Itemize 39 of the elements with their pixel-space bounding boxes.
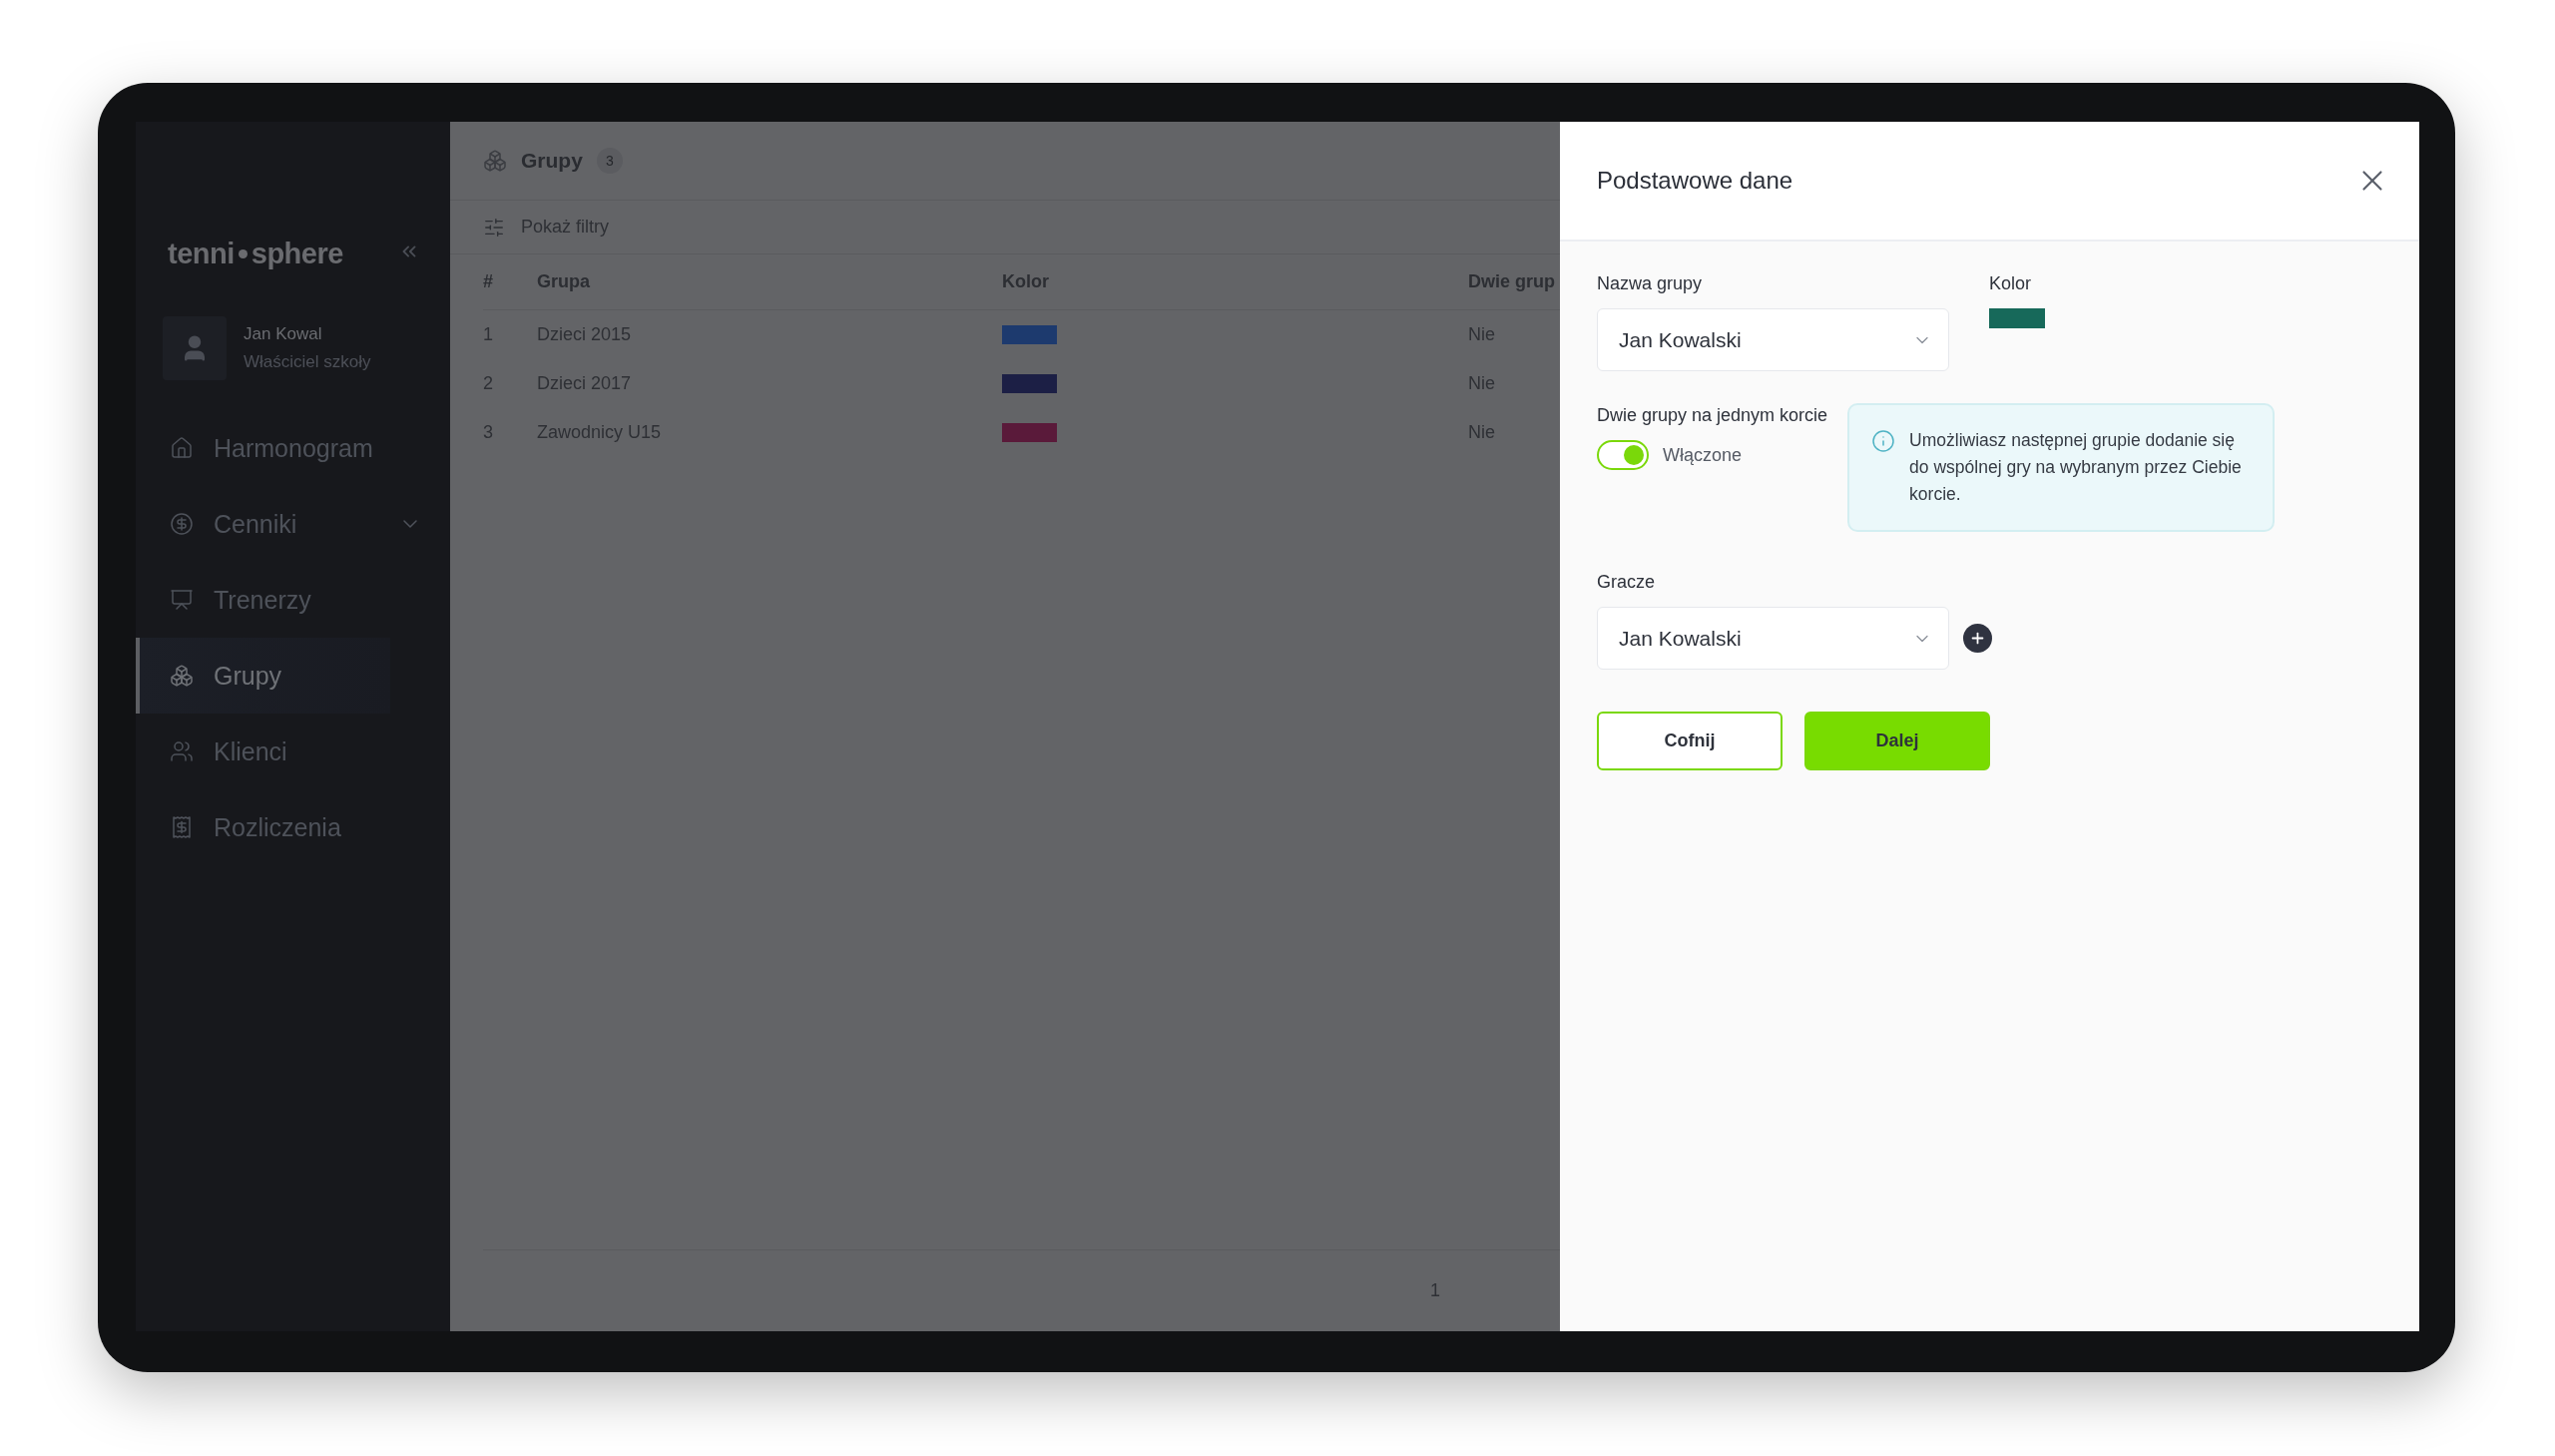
column-header: Grupa (537, 271, 591, 292)
info-text: Umożliwiasz następnej grupie dodanie się do wspólnej gry na wybranym przez Ciebie korcie. (1909, 429, 2243, 506)
nav-item[interactable]: Harmonogram (136, 410, 450, 486)
next-button[interactable]: Dalej (1804, 712, 1990, 770)
toggle-switch[interactable] (1597, 440, 1649, 470)
info-icon (1871, 429, 1896, 453)
column-header: # (483, 271, 494, 292)
players-select[interactable]: Jan Kowalski (1597, 607, 1949, 670)
home-icon (170, 436, 194, 460)
dot-icon (238, 249, 248, 258)
color-swatch[interactable] (1989, 308, 2045, 328)
group-name-select[interactable]: Jan Kowalski (1597, 308, 1949, 371)
field-label: Nazwa grupy (1597, 273, 1704, 294)
back-button[interactable]: Cofnij (1597, 712, 1783, 770)
plus-icon (1969, 630, 1986, 647)
field-label: Dwie grupy na jednym korcie (1597, 405, 1828, 426)
field-label: Gracze (1597, 572, 1657, 593)
dollar-icon (170, 512, 194, 536)
logo-text: tenni (168, 238, 235, 270)
logo-text: sphere (251, 238, 343, 270)
avatar (163, 316, 227, 380)
nav-item[interactable]: Rozliczenia (136, 789, 450, 865)
boxes-icon (170, 664, 194, 688)
users-icon (170, 739, 194, 763)
user-name: Jan Kowal (244, 324, 323, 344)
field-label: Kolor (1989, 273, 2033, 294)
nav-item[interactable]: Cenniki (136, 486, 450, 562)
user-role: Właściciel szkoły (244, 352, 371, 372)
filter-icon[interactable] (483, 216, 505, 239)
add-button[interactable] (1963, 624, 1992, 653)
toggle-label: Włączone (1663, 444, 1743, 466)
nav-item[interactable]: Grupy (136, 638, 390, 714)
groups-icon (483, 149, 507, 173)
presentation-icon (170, 588, 194, 612)
drawer-title: Podstawowe dane (1597, 167, 1793, 195)
page-title: Grupy (521, 149, 583, 173)
nav-item[interactable]: Trenerzy (136, 562, 450, 638)
nav-item[interactable]: Klienci (136, 714, 450, 789)
receipt-icon (170, 815, 194, 839)
